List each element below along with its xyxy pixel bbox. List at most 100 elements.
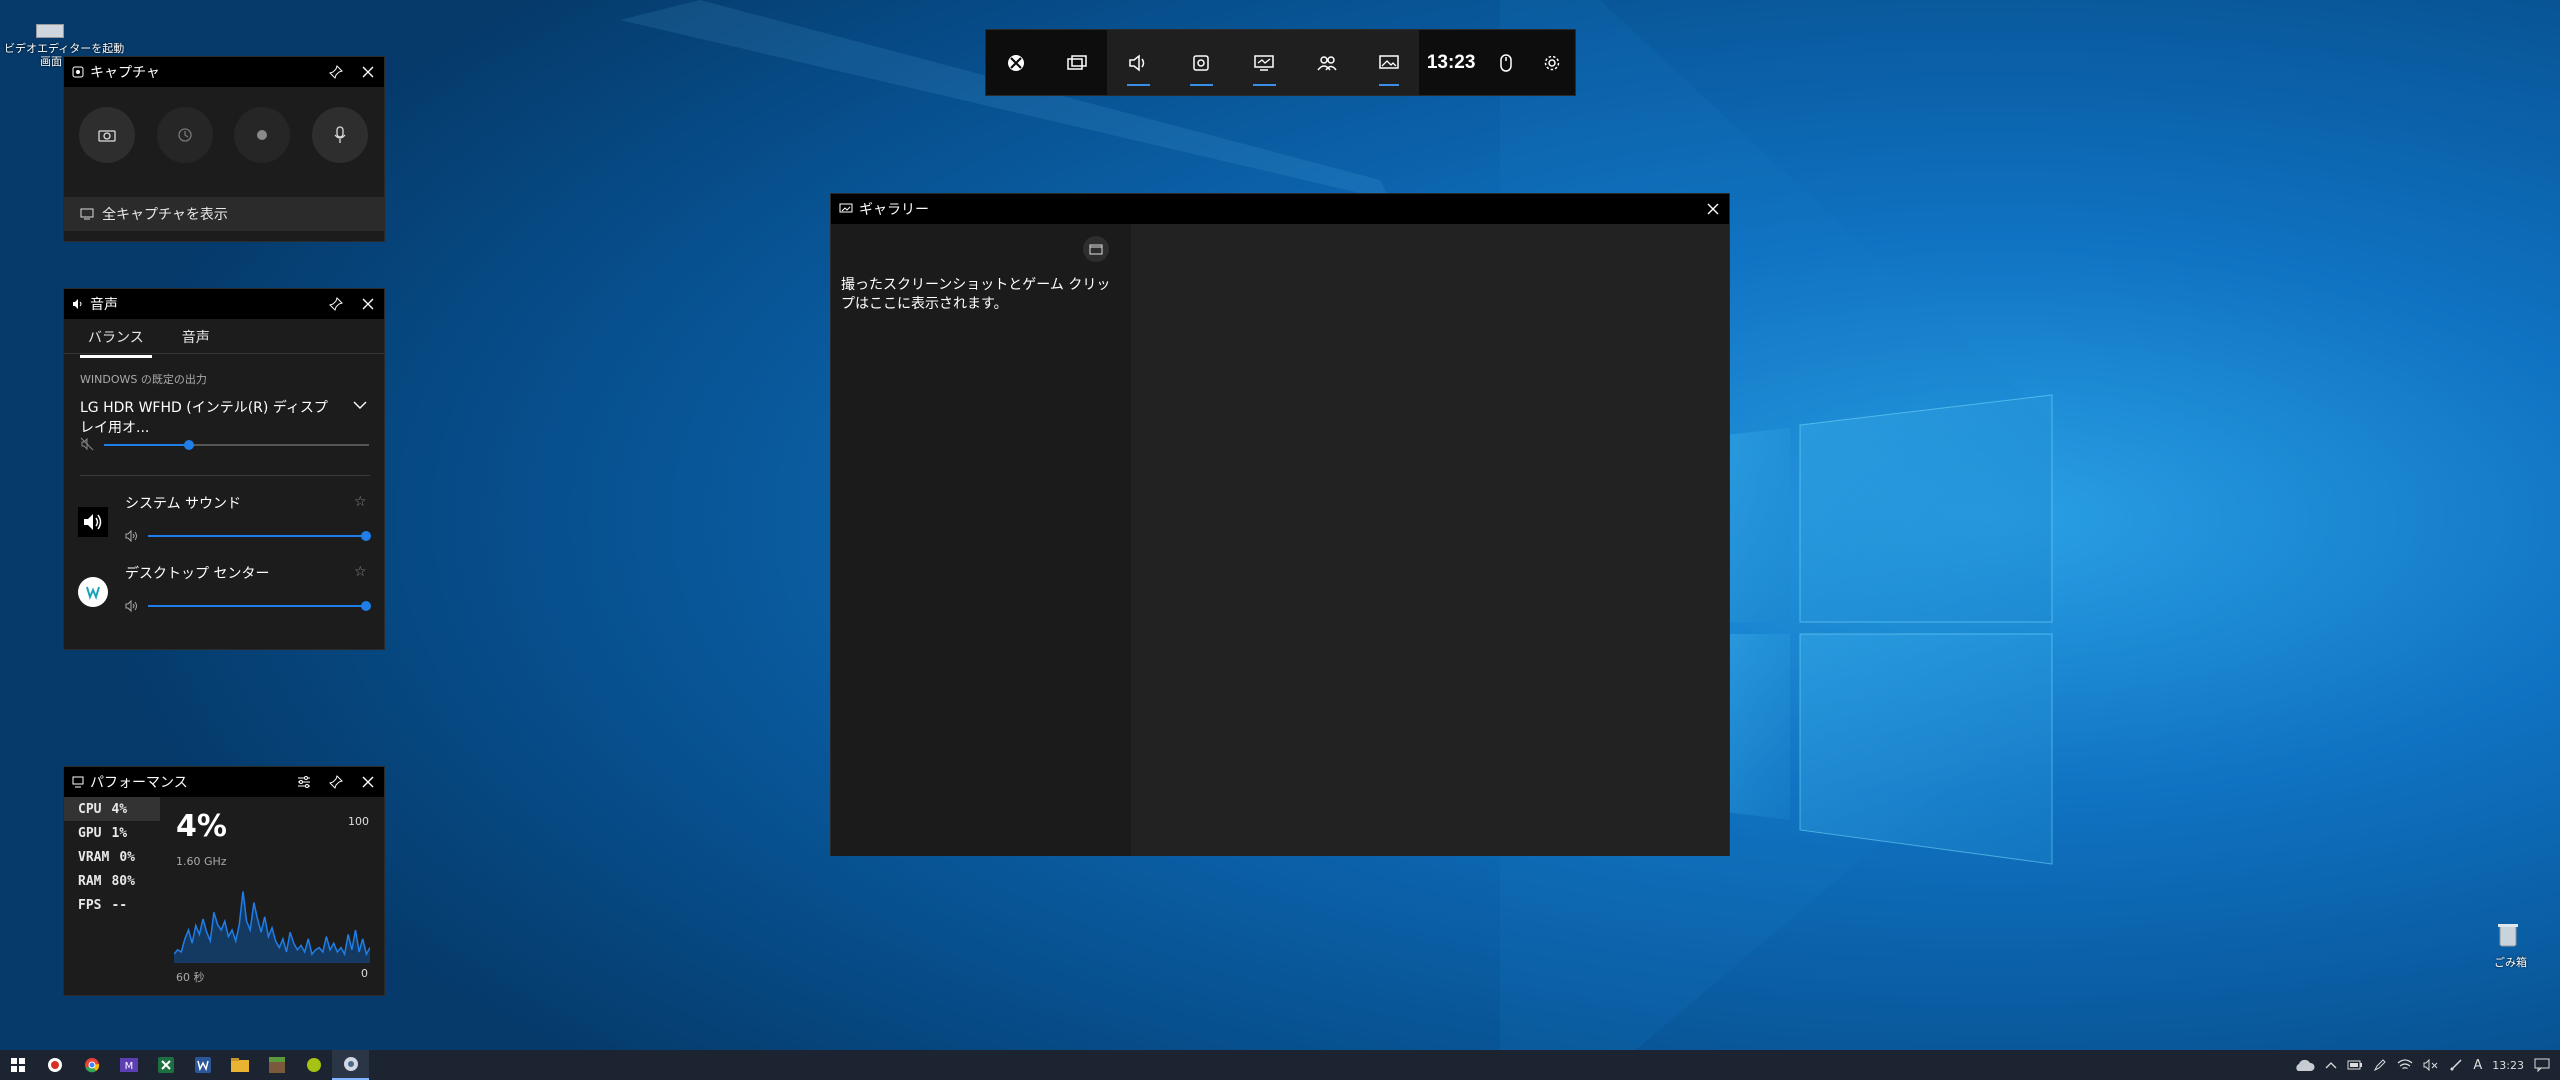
taskbar-app-screen-recorder[interactable]: [36, 1050, 73, 1080]
record-last-button[interactable]: [157, 107, 213, 163]
taskbar-clock[interactable]: 13:23: [2492, 1059, 2524, 1072]
taskbar: M A 13:23: [0, 1050, 2560, 1080]
screen-recorder-icon: [47, 1058, 62, 1072]
xbox-social-button[interactable]: [1296, 30, 1359, 95]
close-icon: [362, 298, 374, 310]
performance-widget-button[interactable]: [1233, 30, 1296, 95]
taskbar-app-word[interactable]: [184, 1050, 221, 1080]
capture-title: キャプチャ: [90, 65, 160, 81]
gallery-title: ギャラリー: [859, 202, 929, 218]
stylus-icon[interactable]: [2449, 1058, 2463, 1072]
pin-button[interactable]: [320, 289, 352, 319]
gallery-list-pane: 撮ったスクリーンショットとゲーム クリップはここに表示されます。: [831, 224, 1131, 856]
taskbar-app-mixer[interactable]: M: [110, 1050, 147, 1080]
volume-icon[interactable]: [125, 600, 139, 612]
battery-icon[interactable]: [2347, 1060, 2363, 1070]
performance-widget: パフォーマンス CPU 4% GPU 1% VRAM 0% RAM 80% FPS -- …: [63, 766, 385, 996]
volume-icon[interactable]: [125, 530, 139, 542]
close-button[interactable]: [352, 57, 384, 87]
favorite-star-icon[interactable]: ☆: [354, 564, 367, 580]
mouse-button[interactable]: [1483, 30, 1529, 95]
graph-max-label: 100: [348, 815, 369, 828]
system-tray: A 13:23: [2293, 1050, 2560, 1080]
capture-icon: [72, 66, 84, 78]
app-volume-knob[interactable]: [361, 531, 371, 541]
muted-volume-icon[interactable]: [2423, 1059, 2439, 1071]
master-volume-fill: [104, 444, 189, 446]
gallery-widget-button[interactable]: [1358, 30, 1420, 95]
output-device-select[interactable]: LG HDR WFHD (インテル(R) ディスプレイ用オ...: [80, 397, 340, 437]
audio-widget-button[interactable]: [1107, 30, 1170, 95]
w-logo-icon: [86, 586, 100, 600]
divider: [80, 475, 370, 476]
performance-options-button[interactable]: [288, 767, 320, 797]
metric-value: 0%: [119, 849, 135, 865]
graph-time-label: 60 秒: [176, 971, 205, 984]
metric-label: VRAM: [78, 849, 110, 865]
xbox-icon: [1008, 54, 1025, 71]
notification-icon[interactable]: [2534, 1058, 2550, 1072]
master-volume-knob[interactable]: [183, 440, 194, 450]
chat-app-icon: [343, 1057, 358, 1071]
open-folder-button[interactable]: [1083, 236, 1109, 262]
game-bar: 13:23: [985, 29, 1576, 96]
favorite-star-icon[interactable]: ☆: [354, 494, 367, 510]
show-all-captures-button[interactable]: 全キャプチャを表示: [64, 197, 384, 231]
capture-widget: キャプチャ 全キャプチャを表示: [63, 56, 385, 242]
microphone-button[interactable]: [312, 107, 368, 163]
chevron-up-icon[interactable]: [2325, 1060, 2337, 1070]
camera-icon: [98, 130, 116, 142]
gallery-title-bar[interactable]: ギャラリー: [831, 194, 1729, 224]
sliders-icon: [298, 776, 310, 788]
start-recording-button[interactable]: [234, 107, 290, 163]
pin-button[interactable]: [320, 57, 352, 87]
gallery-icon: [839, 203, 853, 213]
close-icon: [1707, 203, 1719, 215]
onedrive-icon[interactable]: [2293, 1058, 2315, 1072]
tab-divider: [64, 353, 384, 354]
perf-row-ram[interactable]: RAM 80%: [64, 869, 160, 893]
widget-menu-button[interactable]: [1046, 30, 1106, 95]
wifi-icon[interactable]: [2397, 1059, 2413, 1071]
gallery-window: ギャラリー 撮ったスクリーンショットとゲーム クリップはここに表示されます。: [830, 193, 1730, 856]
graph-min-label: 0: [361, 967, 368, 980]
screenshot-button[interactable]: [79, 107, 135, 163]
perf-row-cpu[interactable]: CPU 4%: [64, 797, 160, 821]
app-volume-knob[interactable]: [361, 601, 371, 611]
start-button[interactable]: [0, 1050, 36, 1080]
taskbar-app-chrome[interactable]: [73, 1050, 110, 1080]
perf-row-vram[interactable]: VRAM 0%: [64, 845, 160, 869]
taskbar-app-minecraft[interactable]: [258, 1050, 295, 1080]
performance-title-bar[interactable]: パフォーマンス: [64, 767, 384, 797]
pin-button[interactable]: [320, 767, 352, 797]
perf-row-fps[interactable]: FPS --: [64, 893, 160, 917]
capture-title-bar[interactable]: キャプチャ: [64, 57, 384, 87]
muted-speaker-icon[interactable]: [80, 437, 94, 451]
pen-icon[interactable]: [2373, 1058, 2387, 1072]
taskbar-app-file-explorer[interactable]: [221, 1050, 258, 1080]
xbox-social-icon: [1317, 55, 1338, 70]
taskbar-app-green[interactable]: [295, 1050, 332, 1080]
windows-default-output-label: WINDOWS の既定の出力: [80, 373, 207, 386]
perf-row-gpu[interactable]: GPU 1%: [64, 821, 160, 845]
ime-mode-indicator[interactable]: A: [2473, 1058, 2482, 1073]
folder-icon: [1089, 244, 1103, 255]
app-name-system-sound: システム サウンド: [125, 496, 242, 512]
word-icon: [194, 1057, 211, 1073]
chevron-down-icon[interactable]: [352, 399, 368, 411]
xbox-button[interactable]: [986, 30, 1046, 95]
performance-metric-list: CPU 4% GPU 1% VRAM 0% RAM 80% FPS --: [64, 797, 160, 917]
file-explorer-icon: [230, 1058, 249, 1072]
pin-icon: [329, 65, 343, 79]
taskbar-app-excel[interactable]: [147, 1050, 184, 1080]
gallery-icon: [80, 208, 94, 220]
desktop-icon-recycle-bin[interactable]: ごみ箱: [2478, 920, 2538, 974]
gallery-empty-message: 撮ったスクリーンショットとゲーム クリップはここに表示されます。: [841, 277, 1111, 312]
close-button[interactable]: [352, 767, 384, 797]
close-button[interactable]: [1697, 194, 1729, 224]
settings-button[interactable]: [1529, 30, 1575, 95]
taskbar-app-chat[interactable]: [332, 1050, 369, 1080]
capture-widget-button[interactable]: [1170, 30, 1233, 95]
close-button[interactable]: [352, 289, 384, 319]
audio-title-bar[interactable]: 音声: [64, 289, 384, 319]
